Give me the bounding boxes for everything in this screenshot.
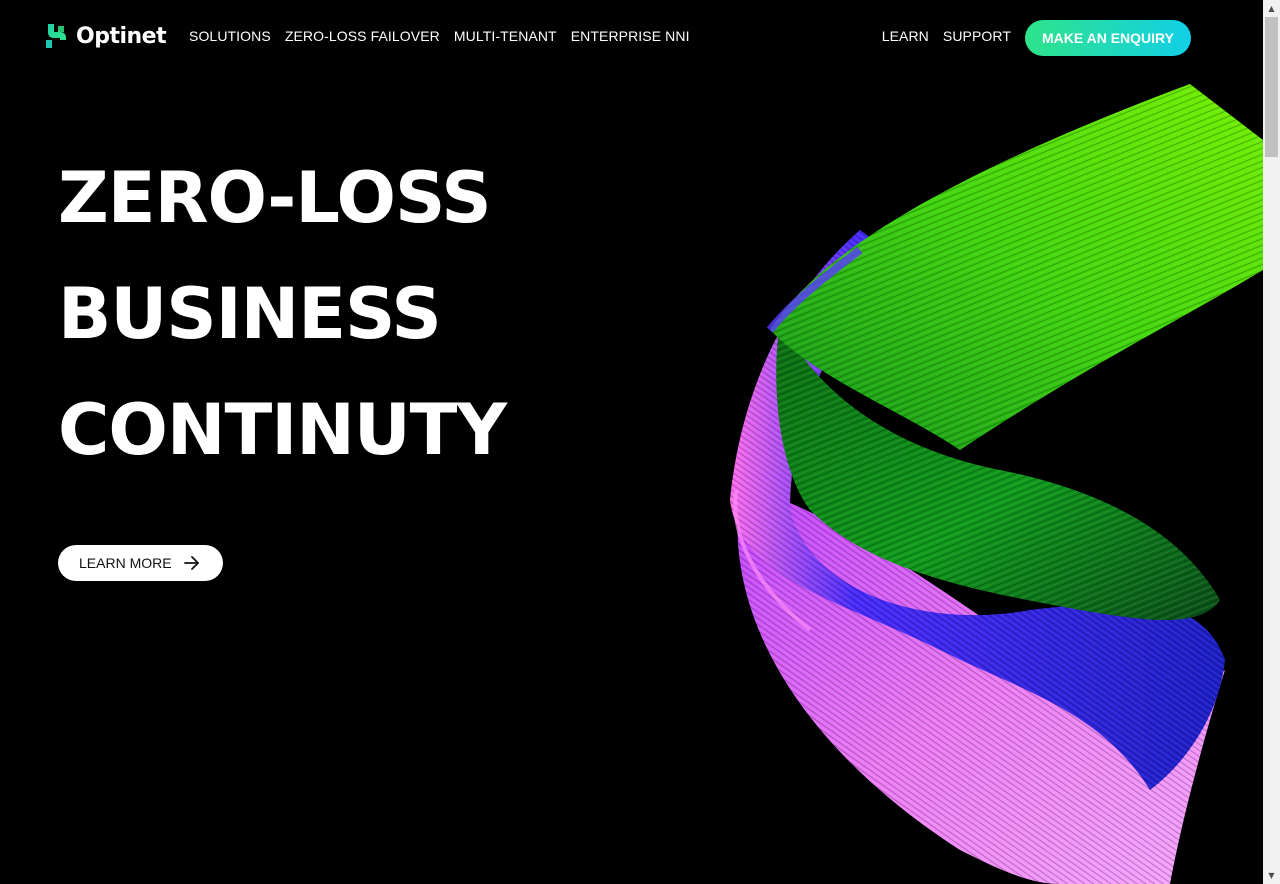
- nav-link-support[interactable]: SUPPORT: [943, 28, 1011, 44]
- arrow-right-icon: [184, 556, 199, 570]
- hero-title: ZERO-LOSS BUSINESS CONTINUTY: [58, 140, 507, 488]
- primary-nav: SOLUTIONS ZERO-LOSS FAILOVER MULTI-TENAN…: [189, 28, 690, 44]
- nav-link-enterprise-nni[interactable]: ENTERPRISE NNI: [571, 28, 690, 44]
- nav-link-multi-tenant[interactable]: MULTI-TENANT: [454, 28, 557, 44]
- nav-link-learn[interactable]: LEARN: [882, 28, 929, 44]
- brand-name: Optinet: [76, 23, 167, 49]
- optinet-logo-mark-icon: [46, 24, 66, 48]
- secondary-nav: LEARN SUPPORT: [882, 28, 1011, 44]
- scroll-down-arrow-icon[interactable]: ▼: [1263, 867, 1280, 884]
- optinet-logo[interactable]: Optinet: [42, 22, 167, 50]
- learn-more-button[interactable]: LEARN MORE: [58, 545, 223, 581]
- page-viewport: Optinet SOLUTIONS ZERO-LOSS FAILOVER MUL…: [0, 0, 1263, 884]
- site-header: Optinet SOLUTIONS ZERO-LOSS FAILOVER MUL…: [0, 0, 1263, 76]
- make-an-enquiry-button[interactable]: MAKE AN ENQUIRY: [1025, 20, 1191, 56]
- hero-title-line-2: BUSINESS: [58, 273, 442, 355]
- nav-link-solutions[interactable]: SOLUTIONS: [189, 28, 271, 44]
- hero-title-line-3: CONTINUTY: [58, 389, 507, 471]
- nav-link-zero-loss-failover[interactable]: ZERO-LOSS FAILOVER: [285, 28, 440, 44]
- scrollbar-thumb[interactable]: [1265, 17, 1278, 157]
- hero-ribbon-artwork: [730, 84, 1263, 884]
- scroll-up-arrow-icon[interactable]: ▲: [1263, 0, 1280, 17]
- vertical-scrollbar[interactable]: ▲ ▼: [1263, 0, 1280, 884]
- hero-title-line-1: ZERO-LOSS: [58, 157, 492, 239]
- learn-more-label: LEARN MORE: [79, 555, 172, 571]
